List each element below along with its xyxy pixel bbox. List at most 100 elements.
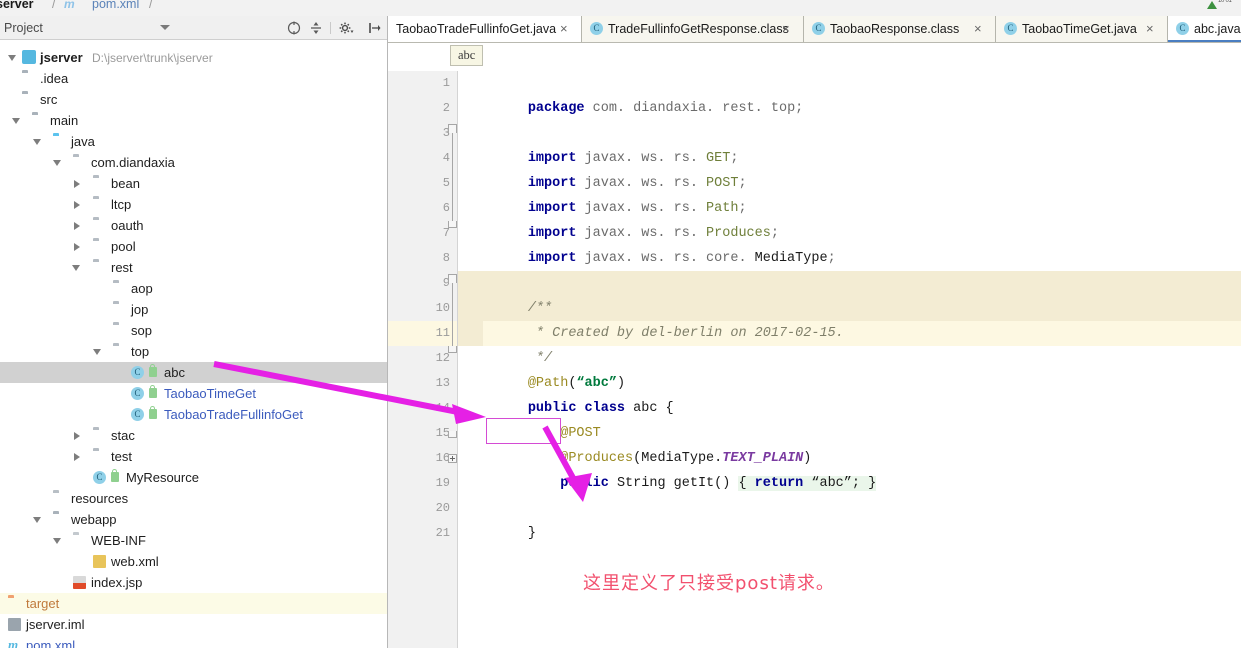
tree-item-jserver[interactable]: jserver D:\jserver\trunk\jserver bbox=[0, 47, 387, 68]
close-icon[interactable]: × bbox=[560, 16, 568, 42]
chevron-toggle-icon[interactable] bbox=[74, 201, 80, 209]
tree-item-label: WEB-INF bbox=[91, 533, 146, 548]
ide-window: server / m pom.xml / 10 01 Project bbox=[0, 0, 1241, 648]
tree-item-src[interactable]: src bbox=[0, 89, 387, 110]
tree-item-pom-xml[interactable]: m pom.xml bbox=[0, 635, 387, 648]
tab-label: TaobaoTimeGet.java bbox=[1022, 22, 1137, 36]
chevron-toggle-icon[interactable] bbox=[53, 160, 61, 166]
fold-region-imports-start[interactable] bbox=[448, 124, 457, 133]
public-badge-icon bbox=[111, 469, 119, 482]
settings-gear-icon[interactable] bbox=[338, 20, 354, 36]
maven-file-icon: m bbox=[64, 0, 75, 11]
chevron-toggle-icon[interactable] bbox=[12, 118, 20, 124]
project-panel-header: Project bbox=[0, 16, 387, 40]
breadcrumb: server / m pom.xml / 10 01 bbox=[0, 0, 1241, 16]
chevron-toggle-icon[interactable] bbox=[53, 538, 61, 544]
tree-item-java[interactable]: java bbox=[0, 131, 387, 152]
tree-item-taobaotradefullinfoget[interactable]: C TaobaoTradeFullinfoGet bbox=[0, 404, 387, 425]
tree-item-rest[interactable]: rest bbox=[0, 257, 387, 278]
breadcrumb-chip-abc[interactable]: abc bbox=[450, 45, 484, 66]
chevron-toggle-icon[interactable] bbox=[33, 139, 41, 145]
tab-taobaoresponse-class[interactable]: C TaobaoResponse.class × bbox=[804, 16, 996, 42]
project-panel: Project jserver D:\jserver\trunk\jserver… bbox=[0, 16, 388, 648]
project-tree[interactable]: jserver D:\jserver\trunk\jserver .idea s… bbox=[0, 40, 387, 648]
breadcrumb-server[interactable]: server bbox=[0, 0, 34, 11]
tree-item-oauth[interactable]: oauth bbox=[0, 215, 387, 236]
breadcrumb-pom[interactable]: pom.xml bbox=[92, 0, 139, 11]
tree-item-stac[interactable]: stac bbox=[0, 425, 387, 446]
fold-region-javadoc-start[interactable] bbox=[448, 274, 457, 283]
tree-item-label: TaobaoTimeGet bbox=[164, 386, 257, 401]
tree-item-index-jsp[interactable]: index.jsp bbox=[0, 572, 387, 593]
chevron-toggle-icon[interactable] bbox=[8, 55, 16, 61]
chinese-annotation-note: 这里定义了只接受post请求。 bbox=[583, 573, 835, 594]
breadcrumb-separator-2: / bbox=[149, 0, 153, 11]
expand-all-icon[interactable] bbox=[308, 20, 324, 36]
tree-item-label: jop bbox=[131, 302, 149, 317]
chevron-toggle-icon[interactable] bbox=[72, 265, 80, 271]
code-line-5: import javax. ws. rs. Path; bbox=[458, 171, 1241, 216]
tree-item-ltcp[interactable]: ltcp bbox=[0, 194, 387, 215]
tab-taobaotimeget-java[interactable]: C TaobaoTimeGet.java × bbox=[996, 16, 1168, 42]
java-class-icon: C bbox=[1004, 22, 1017, 35]
tree-item-sop[interactable]: sop bbox=[0, 320, 387, 341]
code-line-16: public String getIt() { return “abc”; } bbox=[458, 446, 1241, 491]
chevron-toggle-icon[interactable] bbox=[93, 349, 101, 355]
chevron-toggle-icon[interactable] bbox=[74, 222, 80, 230]
tree-item-resources[interactable]: resources bbox=[0, 488, 387, 509]
close-icon[interactable]: × bbox=[974, 16, 982, 42]
line-number: 19 bbox=[435, 476, 450, 490]
tree-item-web-inf[interactable]: WEB-INF bbox=[0, 530, 387, 551]
code-editor[interactable]: package com. diandaxia. rest. top; impor… bbox=[458, 71, 1241, 648]
module-icon bbox=[22, 50, 36, 64]
line-number: 5 bbox=[442, 176, 450, 190]
tree-item-test[interactable]: test bbox=[0, 446, 387, 467]
tree-item-top[interactable]: top bbox=[0, 341, 387, 362]
fold-region-imports-end[interactable] bbox=[448, 221, 457, 228]
project-panel-title: Project bbox=[4, 21, 43, 35]
tree-item-com-diandaxia[interactable]: com.diandaxia bbox=[0, 152, 387, 173]
tree-item-aop[interactable]: aop bbox=[0, 278, 387, 299]
fold-region-javadoc-end[interactable] bbox=[448, 346, 457, 353]
collapse-all-icon[interactable] bbox=[286, 20, 302, 36]
hide-panel-icon[interactable] bbox=[366, 20, 382, 36]
chevron-toggle-icon[interactable] bbox=[74, 453, 80, 461]
tab-taobaotradefullinfoget-java[interactable]: TaobaoTradeFullinfoGet.java × bbox=[388, 16, 582, 42]
fold-region-method-end[interactable] bbox=[448, 431, 457, 438]
tree-item-jserver-iml[interactable]: jserver.iml bbox=[0, 614, 387, 635]
tree-item-abc[interactable]: C abc bbox=[0, 362, 387, 383]
close-icon[interactable]: × bbox=[1146, 16, 1154, 42]
tree-item-web-xml[interactable]: web.xml bbox=[0, 551, 387, 572]
line-number: 10 bbox=[435, 301, 450, 315]
chevron-toggle-icon[interactable] bbox=[33, 517, 41, 523]
class-file-icon: C bbox=[812, 22, 825, 35]
chevron-toggle-icon[interactable] bbox=[74, 243, 80, 251]
tree-item-main[interactable]: main bbox=[0, 110, 387, 131]
tree-item-jop[interactable]: jop bbox=[0, 299, 387, 320]
tree-item-label: src bbox=[40, 92, 58, 107]
chevron-toggle-icon[interactable] bbox=[74, 180, 80, 188]
close-icon[interactable]: × bbox=[782, 16, 790, 42]
tree-item-pool[interactable]: pool bbox=[0, 236, 387, 257]
tree-item-idea[interactable]: .idea bbox=[0, 68, 387, 89]
code-line-10: * Created by del-berlin on 2017-02-15. bbox=[458, 296, 1241, 341]
tree-item-webapp[interactable]: webapp bbox=[0, 509, 387, 530]
line-number: 8 bbox=[442, 251, 450, 265]
vcs-update-indicator[interactable]: 10 01 bbox=[1205, 0, 1239, 14]
editor-gutter[interactable]: 1 2 3 4 5 6 7 8 9 10 11 12 13 14 15 16 1… bbox=[388, 71, 458, 648]
tab-abc-java[interactable]: C abc.java bbox=[1168, 16, 1241, 42]
fold-expand-icon[interactable] bbox=[448, 454, 457, 463]
tree-item-bean[interactable]: bean bbox=[0, 173, 387, 194]
tree-item-target[interactable]: target bbox=[0, 593, 387, 614]
tab-tradefullinfogetresponse-class[interactable]: C TradeFullinfoGetResponse.class × bbox=[582, 16, 804, 42]
line-number: 4 bbox=[442, 151, 450, 165]
chevron-down-icon[interactable] bbox=[160, 25, 170, 30]
tree-item-myresource[interactable]: C MyResource bbox=[0, 467, 387, 488]
tree-item-taobaotimeget[interactable]: C TaobaoTimeGet bbox=[0, 383, 387, 404]
fold-region-line bbox=[452, 283, 453, 346]
code-line-6: import javax. ws. rs. Produces; bbox=[458, 196, 1241, 241]
class-file-icon: C bbox=[590, 22, 603, 35]
chevron-toggle-icon[interactable] bbox=[74, 432, 80, 440]
line-number: 2 bbox=[442, 101, 450, 115]
